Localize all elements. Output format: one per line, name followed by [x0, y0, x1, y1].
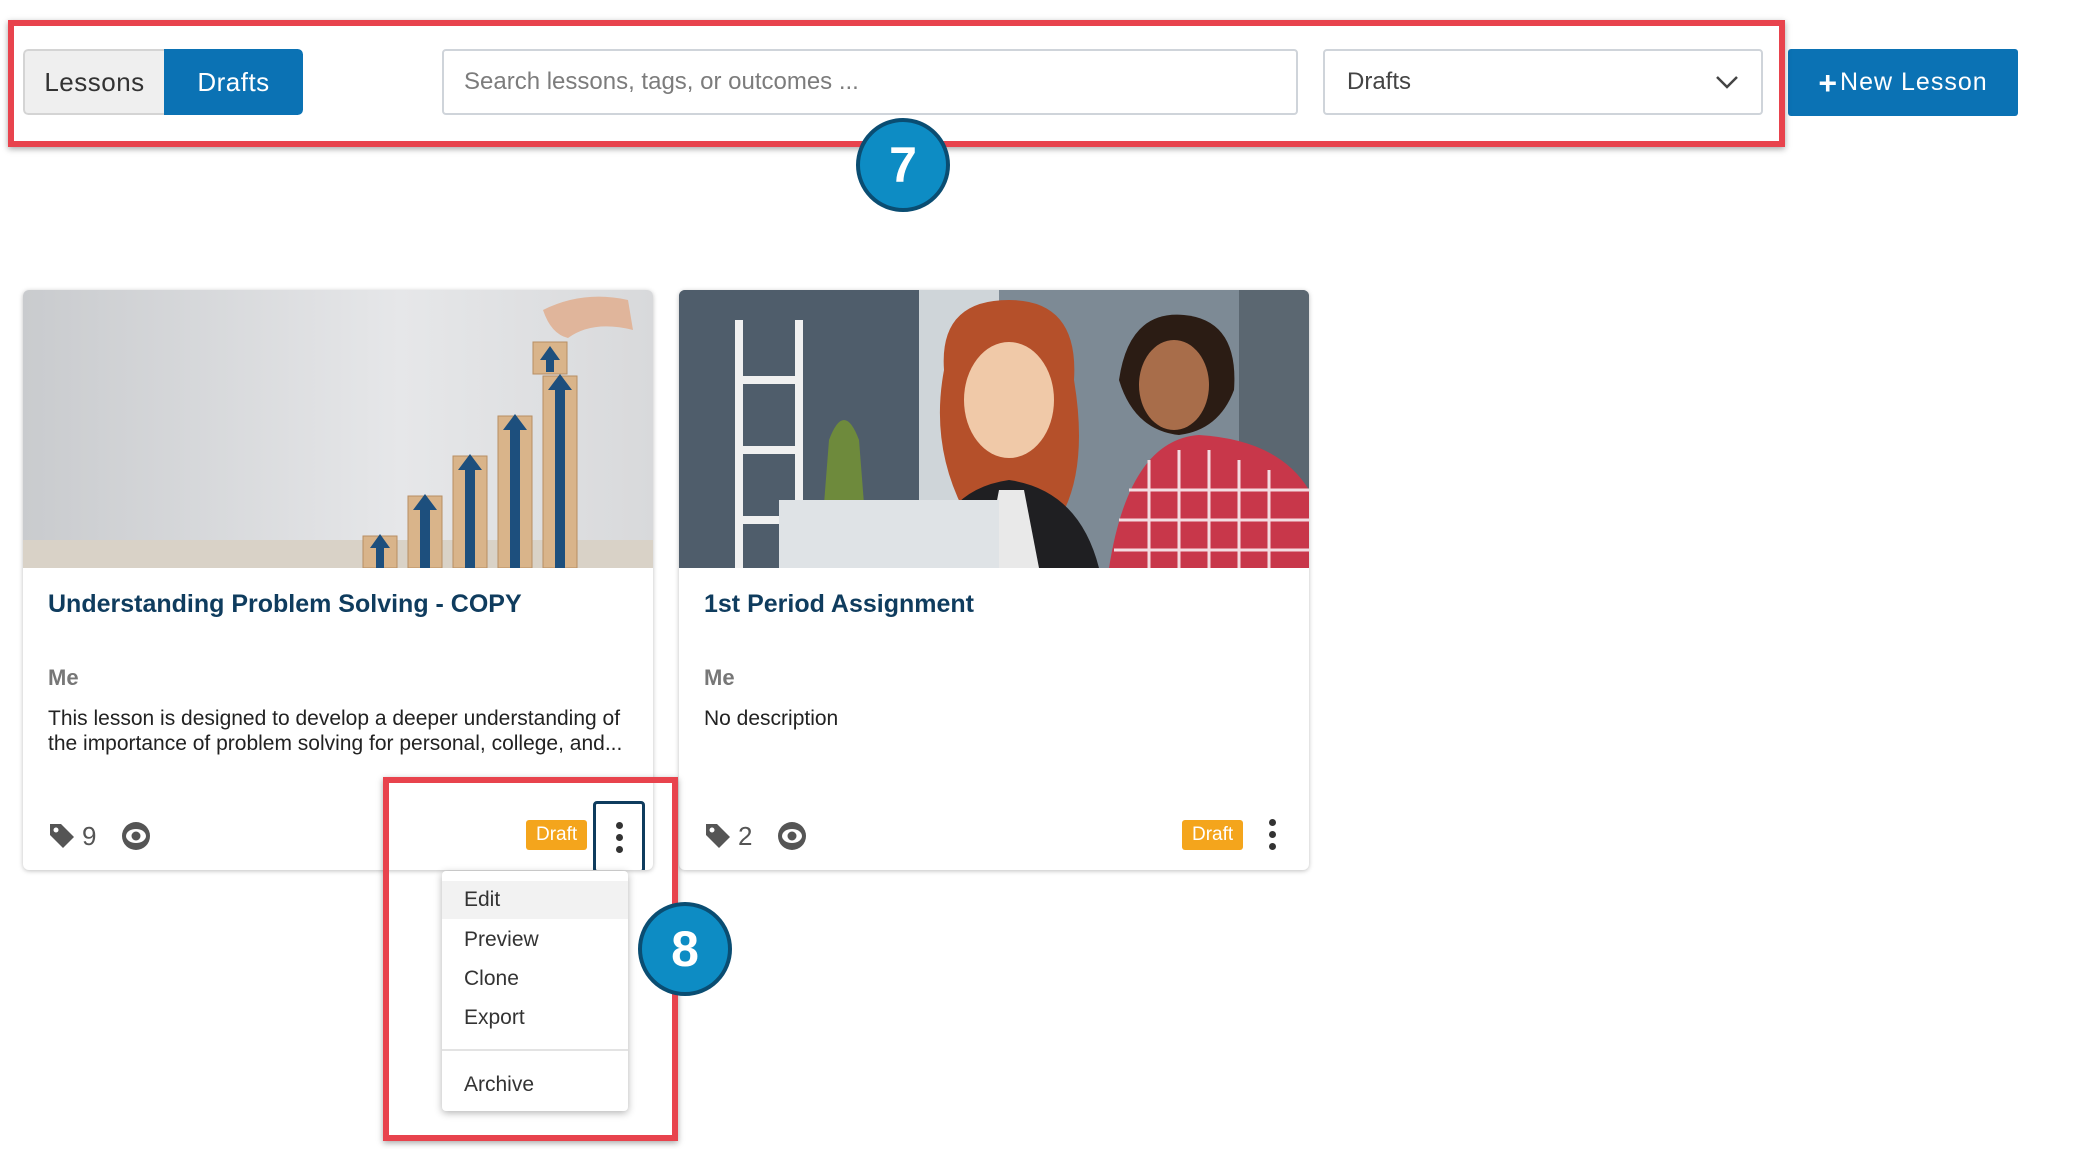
tag-icon — [706, 824, 730, 848]
card-footer: 9 — [48, 817, 154, 855]
draft-badge: Draft — [1182, 820, 1244, 850]
eye-icon[interactable] — [774, 821, 810, 851]
tag-count: 2 — [738, 820, 753, 851]
card-author: Me — [48, 665, 79, 690]
card-description: This lesson is designed to develop a dee… — [48, 707, 623, 755]
tag-icon — [50, 824, 74, 848]
plus-icon: + — [1818, 64, 1839, 101]
tag-count: 9 — [82, 820, 97, 851]
new-lesson-button[interactable]: + New Lesson — [1788, 49, 2018, 116]
card-title[interactable]: Understanding Problem Solving - COPY — [48, 590, 522, 619]
lesson-card[interactable]: 1st Period Assignment Me No description … — [679, 290, 1309, 870]
annotation-badge-8: 8 — [638, 902, 732, 996]
card-menu-button[interactable] — [1249, 801, 1295, 867]
annotation-badge-7: 7 — [856, 118, 950, 212]
eye-icon[interactable] — [118, 821, 154, 851]
lesson-thumbnail-blocks — [23, 290, 653, 568]
card-description: No description — [704, 707, 839, 730]
card-title[interactable]: 1st Period Assignment — [704, 590, 974, 619]
annotation-box-menu — [383, 777, 678, 1141]
card-author: Me — [704, 665, 735, 690]
card-footer: 2 — [704, 817, 810, 855]
new-lesson-label: New Lesson — [1840, 68, 1988, 96]
lesson-thumbnail-office — [679, 290, 1309, 568]
